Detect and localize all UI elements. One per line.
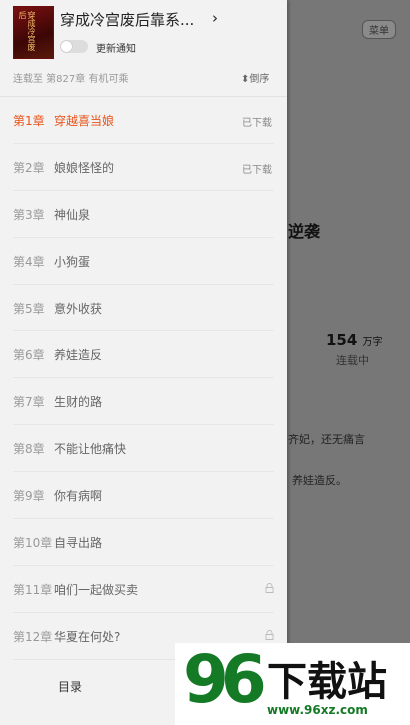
chevron-right-icon[interactable]: › xyxy=(212,9,218,27)
serial-progress-text: 连载至 第827章 有机可乘 xyxy=(13,74,129,85)
chapter-row[interactable]: 第6章 养娃造反 xyxy=(0,331,287,379)
catalog-tab[interactable]: 目录 xyxy=(58,678,82,695)
chapter-number: 第1章 xyxy=(13,114,45,128)
description-line: 齐妃，还无痛言 xyxy=(288,433,365,446)
download-status: 已下载 xyxy=(242,164,272,176)
chapter-number: 第6章 xyxy=(13,348,45,363)
chapter-row[interactable]: 第8章 不能让他痛快 xyxy=(0,425,287,473)
chapter-title: 娘娘怪怪的 xyxy=(54,160,115,175)
logo-url: www.96xz.com xyxy=(267,703,368,717)
chapter-title: 养娃造反 xyxy=(54,348,103,363)
chapter-row[interactable]: 第2章 娘娘怪怪的 已下载 xyxy=(0,144,287,191)
chapter-row[interactable]: 第7章 生财的路 xyxy=(0,378,287,426)
chapter-number: 第9章 xyxy=(13,489,45,504)
lock-icon xyxy=(265,629,274,640)
chapter-row[interactable]: 第4章 小狗蛋 xyxy=(0,238,287,285)
background-title-fragment: 逆袭 xyxy=(288,222,321,241)
chapter-title: 你有病啊 xyxy=(54,489,103,504)
word-count-unit: 万字 xyxy=(362,337,383,348)
update-notify-label: 更新通知 xyxy=(96,44,136,55)
chapter-row[interactable]: 第9章 你有病啊 xyxy=(0,472,287,520)
serial-status: 连载中 xyxy=(336,354,369,367)
book-cover[interactable]: 穿成冷宫废后 xyxy=(13,6,54,59)
chapter-title: 神仙泉 xyxy=(54,207,91,222)
lock-icon xyxy=(265,582,274,593)
chapter-title: 意外收获 xyxy=(54,301,103,316)
chapter-row[interactable]: 第5章 意外收获 xyxy=(0,285,287,332)
chapter-title: 穿越喜当娘 xyxy=(54,114,115,128)
chapter-title: 自寻出路 xyxy=(54,536,103,551)
logo-text: 下载站 xyxy=(267,659,387,705)
chapter-row[interactable]: 第10章 自寻出路 xyxy=(0,519,287,566)
chapter-number: 第11章 xyxy=(13,582,53,597)
sort-button[interactable]: ⬍倒序 xyxy=(241,70,269,85)
sort-label: 倒序 xyxy=(249,74,270,85)
chapter-title: 咱们一起做买卖 xyxy=(54,582,139,597)
chapter-drawer: 穿成冷宫废后 穿成冷宫废后靠系... › 更新通知 连载至 第827章 有机可乘… xyxy=(0,0,287,725)
chapter-number: 第12章 xyxy=(13,629,53,644)
cover-text: 穿成冷宫废后 xyxy=(18,11,36,51)
chapter-title: 不能让他痛快 xyxy=(54,442,127,457)
chapter-row[interactable]: 第11章 咱们一起做买卖 xyxy=(0,566,287,613)
word-count: 154 万字 xyxy=(326,331,383,349)
watermark-logo: 96 下载站 www.96xz.com xyxy=(175,641,410,725)
word-count-value: 154 xyxy=(326,331,358,349)
toggle-knob xyxy=(61,41,72,52)
chapter-number: 第4章 xyxy=(13,254,45,269)
update-notify-toggle[interactable] xyxy=(60,40,88,53)
description-line: 养娃造反。 xyxy=(292,474,347,487)
chapter-row[interactable]: 第3章 神仙泉 xyxy=(0,191,287,238)
logo-number: 96 xyxy=(183,641,267,718)
chapter-title: 生财的路 xyxy=(54,395,103,410)
chapter-number: 第7章 xyxy=(13,395,45,410)
chapter-number: 第2章 xyxy=(13,160,45,175)
chapter-title: 华夏在何处? xyxy=(54,629,121,644)
chapter-number: 第8章 xyxy=(13,442,45,457)
book-title[interactable]: 穿成冷宫废后靠系... xyxy=(60,9,194,30)
chapter-list: 第1章 穿越喜当娘 已下载 第2章 娘娘怪怪的 已下载 第3章 神仙泉 第4章 小狗蛋 第5章 意外收… xyxy=(0,97,287,660)
chapter-number: 第3章 xyxy=(13,207,45,222)
chapter-row[interactable]: 第1章 穿越喜当娘 已下载 xyxy=(0,97,287,144)
chapter-number: 第10章 xyxy=(13,536,53,551)
chapter-title: 小狗蛋 xyxy=(54,254,91,269)
menu-button[interactable]: 菜单 xyxy=(362,20,396,39)
chapter-number: 第5章 xyxy=(13,301,45,316)
download-status: 已下载 xyxy=(242,118,272,129)
